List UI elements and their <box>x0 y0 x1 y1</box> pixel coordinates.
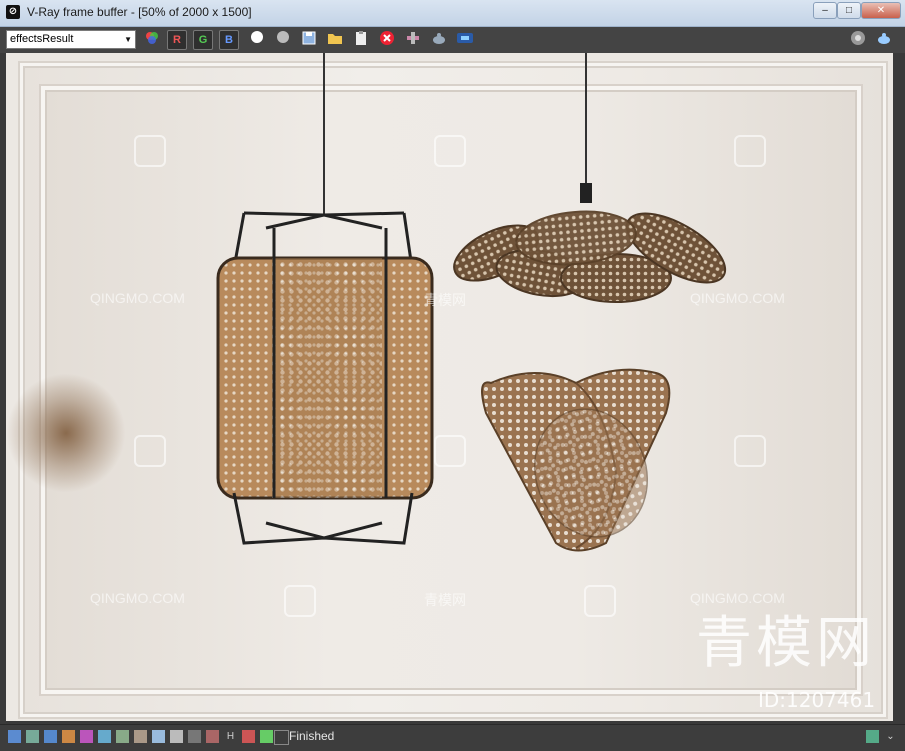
status-bar: H Finished ⌄ <box>0 724 905 751</box>
srgb-icon[interactable] <box>170 730 183 743</box>
region-icon[interactable] <box>403 30 423 50</box>
color-wheel-icon[interactable] <box>142 30 162 50</box>
maximize-button[interactable]: □ <box>837 2 861 19</box>
expand-icon[interactable] <box>866 730 879 743</box>
blurred-plant <box>6 373 126 493</box>
watermark-logo-icon <box>284 585 316 617</box>
bg-icon[interactable] <box>134 730 147 743</box>
chevron-down-icon: ▼ <box>124 35 132 44</box>
watermark-logo-icon <box>584 585 616 617</box>
watermark-logo-icon <box>734 435 766 467</box>
title-bar: ⊘ V-Ray frame buffer - [50% of 2000 x 15… <box>0 0 905 27</box>
white-dot-icon[interactable] <box>247 30 267 50</box>
watermark-text: QINGMO.COM <box>690 290 785 306</box>
green-channel-button[interactable]: G <box>193 30 213 50</box>
clear-icon[interactable] <box>377 30 397 50</box>
rattan-fold-lamp <box>481 368 671 552</box>
watermark-text: QINGMO.COM <box>90 590 185 606</box>
render-settings-icon[interactable] <box>848 30 868 50</box>
h-icon[interactable]: H <box>224 730 237 743</box>
teapot-icon[interactable] <box>429 30 449 50</box>
rattan-petal-lamp <box>453 53 727 303</box>
watermark-logo-icon <box>734 135 766 167</box>
compare-icon[interactable] <box>116 730 129 743</box>
watermark-big-text: 青模网 <box>696 611 876 676</box>
lens-icon[interactable] <box>455 30 475 50</box>
history-icon[interactable] <box>26 730 39 743</box>
channel-select-value: effectsResult <box>10 33 74 45</box>
window-title: V-Ray frame buffer - [50% of 2000 x 1500… <box>27 5 252 19</box>
panel-icon[interactable] <box>8 730 21 743</box>
watermark-text: 青模网 <box>424 292 466 308</box>
watermark-text: 青模网 <box>424 592 466 608</box>
close-button[interactable]: ✕ <box>861 2 901 19</box>
chevron-down-icon[interactable]: ⌄ <box>884 730 897 743</box>
save-icon[interactable] <box>299 30 319 50</box>
status-text: Finished <box>289 729 335 743</box>
info-icon[interactable] <box>274 730 289 745</box>
hist-icon[interactable] <box>242 730 255 743</box>
channel-select[interactable]: effectsResult ▼ <box>6 30 136 49</box>
open-folder-icon[interactable] <box>325 30 345 50</box>
watermark-text: QINGMO.COM <box>90 290 185 306</box>
render-teapot-icon[interactable] <box>874 30 894 50</box>
rattan-cylinder-lamp <box>216 53 434 545</box>
lut-icon[interactable] <box>44 730 57 743</box>
stamp-icon[interactable] <box>206 730 219 743</box>
colorcorr-icon[interactable] <box>152 730 165 743</box>
toolbar: effectsResult ▼ R G B <box>0 27 905 53</box>
red-channel-button[interactable]: R <box>167 30 187 50</box>
gray-dot-icon[interactable] <box>273 30 293 50</box>
clipboard-icon[interactable] <box>351 30 371 50</box>
blue-channel-button[interactable]: B <box>219 30 239 50</box>
watermark-logo-icon <box>134 135 166 167</box>
watermark-logo-icon <box>434 135 466 167</box>
levels-icon[interactable] <box>62 730 75 743</box>
vray-logo-icon: ⊘ <box>6 5 20 19</box>
minimize-button[interactable]: – <box>813 2 837 19</box>
render-viewport[interactable]: QINGMO.COM 青模网 QINGMO.COM QINGMO.COM 青模网… <box>6 53 893 721</box>
curve-icon[interactable] <box>80 730 93 743</box>
track-icon[interactable] <box>260 730 273 743</box>
zoom-icon[interactable] <box>188 730 201 743</box>
watermark-logo-icon <box>134 435 166 467</box>
watermark-logo-icon <box>434 435 466 467</box>
exposure-icon[interactable] <box>98 730 111 743</box>
watermark-id: ID:1207461 <box>758 688 876 712</box>
